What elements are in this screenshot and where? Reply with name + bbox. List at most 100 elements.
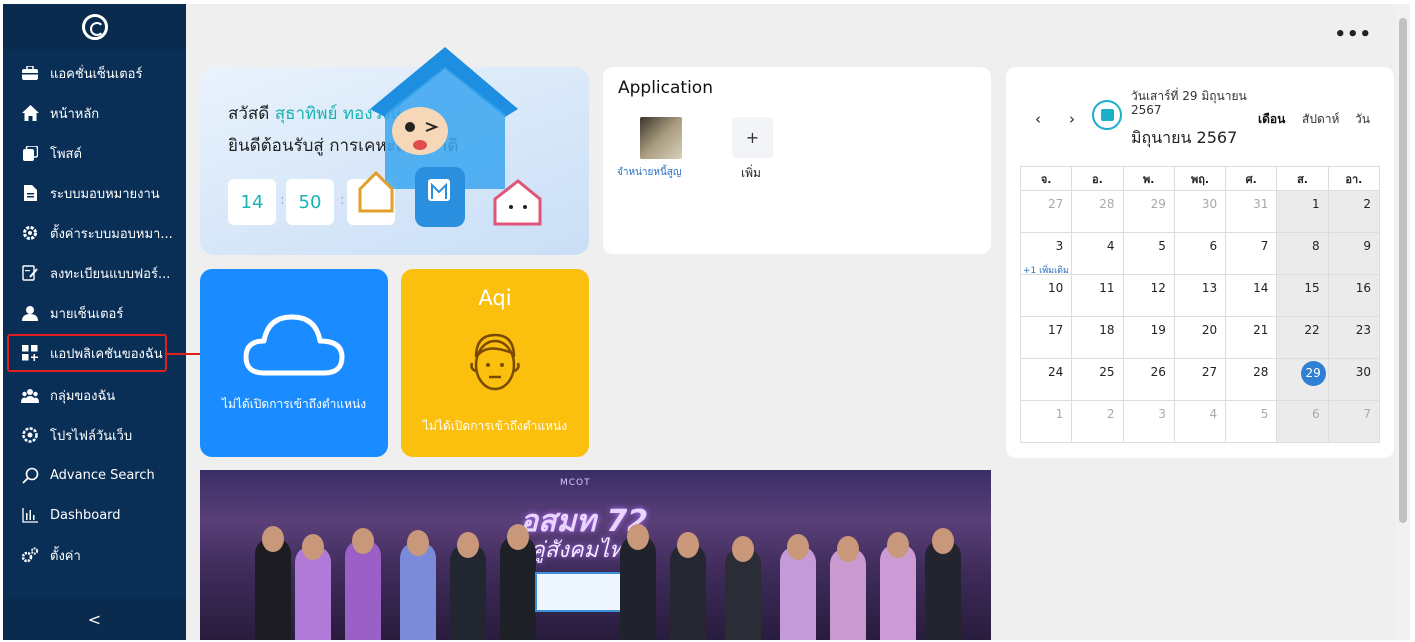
calendar-day[interactable]: 2	[1071, 400, 1124, 443]
view-day-button[interactable]: วัน	[1355, 110, 1370, 129]
calendar-day[interactable]: 4	[1173, 400, 1227, 443]
calendar-icon[interactable]	[1092, 100, 1122, 130]
calendar-day[interactable]: 5	[1225, 400, 1278, 443]
calendar-next-button[interactable]: ›	[1069, 110, 1075, 128]
person-figure	[400, 542, 436, 640]
calendar-day[interactable]: 11	[1071, 274, 1124, 317]
person-head	[627, 524, 649, 550]
weekday-label: ศ.	[1225, 166, 1278, 191]
scrollbar-thumb[interactable]	[1399, 18, 1407, 523]
calendar-day[interactable]: 27	[1173, 358, 1227, 401]
sidebar-item-post[interactable]: โพสต์	[3, 134, 186, 172]
add-application-button[interactable]: +	[732, 117, 773, 158]
app-label[interactable]: จำหน่ายหนี้สูญ	[617, 165, 681, 180]
form-edit-icon	[21, 264, 39, 282]
sidebar-item-action-center[interactable]: แอคชั่นเซ็นเตอร์	[3, 54, 186, 92]
calendar-week-row: 17 18 19 20 21 22 23	[1019, 316, 1381, 359]
page-scrollbar[interactable]	[1396, 4, 1410, 640]
calendar-day[interactable]: 1	[1276, 190, 1329, 233]
calendar-day[interactable]: 3	[1122, 400, 1175, 443]
calendar-day[interactable]: 27	[1019, 190, 1073, 233]
person-head	[407, 530, 429, 556]
calendar-day[interactable]: 28	[1225, 358, 1278, 401]
app-thumbnail[interactable]	[640, 117, 682, 159]
sidebar-item-label: Advance Search	[50, 467, 155, 483]
calendar-day[interactable]: 14	[1225, 274, 1278, 317]
sidebar-item-my-groups[interactable]: กลุ่มของฉัน	[3, 376, 186, 414]
sidebar-item-dashboard[interactable]: Dashboard	[3, 496, 186, 534]
calendar-day[interactable]: 13	[1173, 274, 1227, 317]
calendar-day[interactable]: 6	[1276, 400, 1329, 443]
calendar-day[interactable]: 30	[1173, 190, 1227, 233]
bar-chart-icon	[21, 506, 39, 524]
sidebar-item-my-applications[interactable]: แอปพลิเคชันของฉัน	[7, 334, 167, 372]
weekday-label: อ.	[1071, 166, 1124, 191]
calendar-day[interactable]: 8	[1276, 232, 1329, 275]
calendar-day[interactable]: 7	[1225, 232, 1278, 275]
calendar-day[interactable]: 9	[1327, 232, 1381, 275]
banner-logo: MCOT	[560, 478, 591, 488]
more-menu-button[interactable]: •••	[1334, 24, 1372, 45]
calendar-day[interactable]: 2	[1327, 190, 1381, 233]
app-logo[interactable]	[3, 4, 186, 50]
calendar-day[interactable]: 10	[1019, 274, 1073, 317]
calendar-day[interactable]: 28	[1071, 190, 1124, 233]
sidebar-item-settings[interactable]: ตั้งค่า	[3, 536, 186, 574]
calendar-day[interactable]: 29	[1122, 190, 1175, 233]
calendar-day-today[interactable]: 29	[1276, 358, 1329, 401]
calendar-day[interactable]: 30	[1327, 358, 1381, 401]
view-week-button[interactable]: สัปดาห์	[1302, 110, 1339, 129]
person-figure	[780, 546, 816, 640]
aqi-tile[interactable]: Aqi ไม่ได้เปิดการเข้าถึงตำแหน่ง	[401, 269, 589, 457]
sidebar-item-label: กลุ่มของฉัน	[50, 388, 116, 404]
person-head	[837, 536, 859, 562]
calendar-day[interactable]: 18	[1071, 316, 1124, 359]
clock-hours: 14	[228, 179, 276, 225]
calendar-day[interactable]: 20	[1173, 316, 1227, 359]
calendar-day[interactable]: 6	[1173, 232, 1227, 275]
clock-separator: :	[280, 192, 285, 208]
weather-tile[interactable]: ไม่ได้เปิดการเข้าถึงตำแหน่ง	[200, 269, 388, 457]
calendar-day[interactable]: 23	[1327, 316, 1381, 359]
calendar-current-date: วันเสาร์ที่ 29 มิถุนายน 2567	[1131, 89, 1247, 117]
sidebar-item-form-register[interactable]: ลงทะเบียนแบบฟอร์...	[3, 254, 186, 292]
sidebar-item-label: ลงทะเบียนแบบฟอร์...	[50, 266, 171, 282]
app-window: แอคชั่นเซ็นเตอร์ หน้าหลัก โพสต์ ระบบมอบห…	[3, 4, 1410, 640]
calendar-day[interactable]: 1	[1019, 400, 1073, 443]
calendar-day[interactable]: 4	[1071, 232, 1124, 275]
sidebar-item-label: โพสต์	[50, 146, 82, 162]
sidebar-item-advance-search[interactable]: Advance Search	[3, 456, 186, 494]
sidebar-item-profile-oneweb[interactable]: โปรไฟล์วันเว็บ	[3, 416, 186, 454]
person-head	[352, 528, 374, 554]
calendar-day[interactable]: 26	[1122, 358, 1175, 401]
view-month-button[interactable]: เดือน	[1258, 110, 1285, 129]
calendar-day[interactable]: 21	[1225, 316, 1278, 359]
sidebar-item-assignment[interactable]: ระบบมอบหมายงาน	[3, 174, 186, 212]
calendar-day[interactable]: 19	[1122, 316, 1175, 359]
calendar-day[interactable]: 12	[1122, 274, 1175, 317]
calendar-month-title: มิถุนายน 2567	[1131, 128, 1238, 147]
calendar-prev-button[interactable]: ‹	[1035, 110, 1041, 128]
sidebar-item-my-center[interactable]: มายเซ็นเตอร์	[3, 294, 186, 332]
calendar-day[interactable]: 3 +1 เพิ่มเติม	[1019, 232, 1073, 276]
calendar-day[interactable]: 24	[1019, 358, 1073, 401]
calendar-day[interactable]: 31	[1225, 190, 1278, 233]
calendar-day[interactable]: 16	[1327, 274, 1381, 317]
calendar-day[interactable]: 17	[1019, 316, 1073, 359]
sidebar-item-assignment-settings[interactable]: ตั้งค่าระบบมอบหมา...	[3, 214, 186, 252]
add-application-label[interactable]: เพิ่ม	[741, 164, 761, 183]
sidebar-item-home[interactable]: หน้าหลัก	[3, 94, 186, 132]
user-icon	[21, 304, 39, 322]
calendar-day[interactable]: 22	[1276, 316, 1329, 359]
gear-icon	[21, 224, 39, 242]
calendar-day[interactable]: 15	[1276, 274, 1329, 317]
person-figure	[345, 540, 381, 640]
calendar-day[interactable]: 7	[1327, 400, 1381, 443]
sidebar-collapse-button[interactable]: <	[3, 598, 186, 640]
calendar-day[interactable]: 25	[1071, 358, 1124, 401]
person-head	[302, 534, 324, 560]
calendar-day-number: 3	[1055, 239, 1064, 253]
news-banner-image[interactable]: MCOT อสมท 72 คู่สังคมไทย	[200, 470, 991, 640]
person-head	[262, 526, 284, 552]
calendar-day[interactable]: 5	[1122, 232, 1175, 275]
